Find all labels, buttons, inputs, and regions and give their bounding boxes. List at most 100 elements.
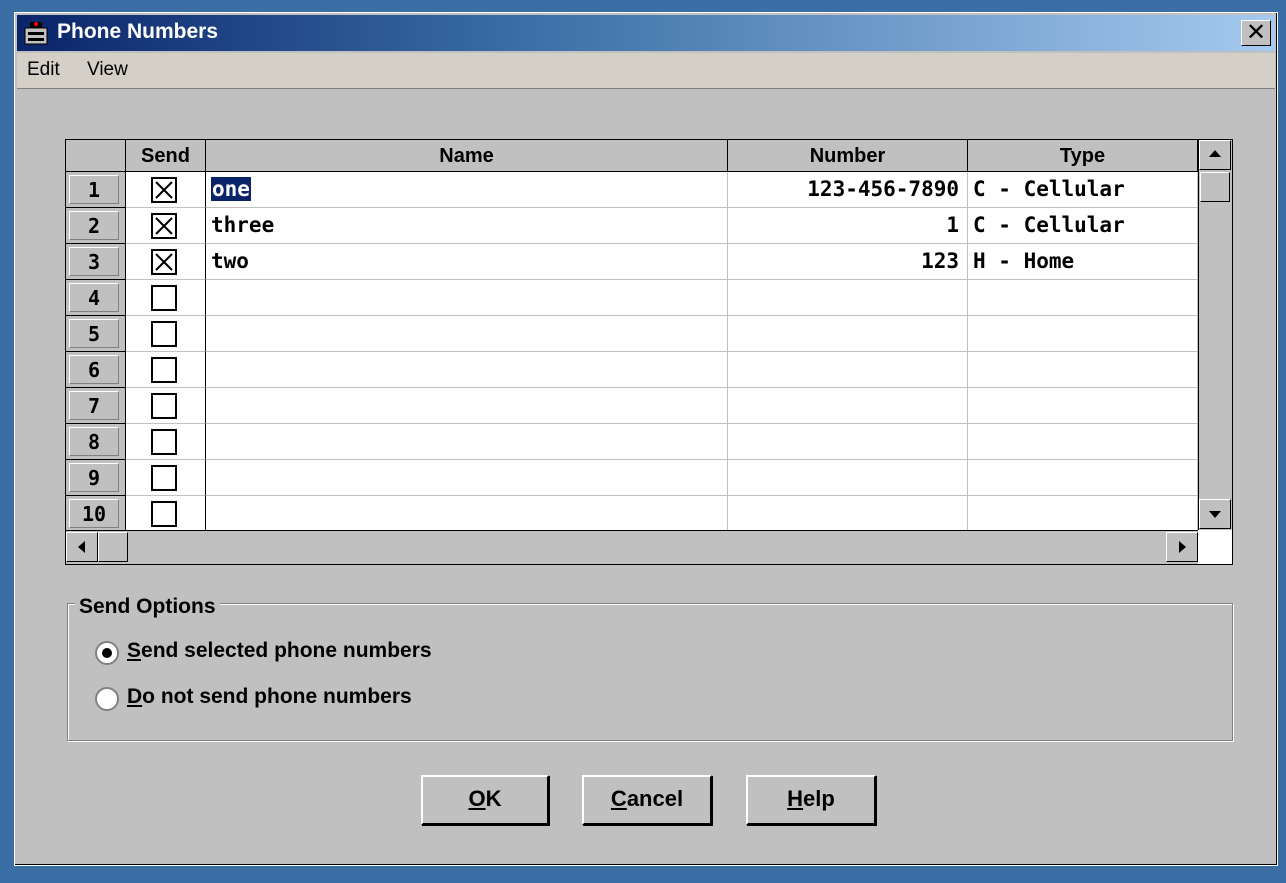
send-cell: [126, 208, 206, 244]
row-header[interactable]: 4: [66, 280, 126, 316]
send-checkbox[interactable]: [151, 177, 177, 203]
send-checkbox[interactable]: [151, 501, 177, 527]
close-button[interactable]: ✕: [1241, 20, 1271, 46]
row-number: 10: [69, 499, 119, 528]
vertical-scrollbar[interactable]: [1198, 140, 1232, 530]
close-icon: ✕: [1245, 18, 1267, 46]
scroll-down-button[interactable]: [1199, 499, 1231, 529]
horizontal-scroll-thumb[interactable]: [98, 532, 128, 562]
row-header[interactable]: 1: [66, 172, 126, 208]
type-cell[interactable]: [968, 280, 1198, 316]
name-cell[interactable]: three: [206, 208, 728, 244]
send-cell: [126, 496, 206, 532]
send-cell: [126, 388, 206, 424]
type-cell[interactable]: H - Home: [968, 244, 1198, 280]
name-cell[interactable]: [206, 424, 728, 460]
number-cell[interactable]: 1: [728, 208, 968, 244]
row-number: 1: [69, 175, 119, 204]
row-number: 3: [69, 247, 119, 276]
name-cell[interactable]: [206, 496, 728, 532]
send-cell: [126, 352, 206, 388]
radio-label-send-selected: Send selected phone numbers: [127, 639, 432, 662]
name-text: three: [211, 213, 275, 237]
vertical-scroll-thumb[interactable]: [1200, 172, 1230, 202]
title-bar[interactable]: Phone Numbers ✕: [17, 15, 1275, 51]
send-options-title: Send Options: [75, 595, 220, 619]
type-cell[interactable]: C - Cellular: [968, 208, 1198, 244]
cancel-button[interactable]: Cancel: [582, 775, 712, 825]
number-cell[interactable]: [728, 496, 968, 532]
number-cell[interactable]: [728, 424, 968, 460]
send-cell: [126, 316, 206, 352]
phone-app-icon: [24, 22, 48, 45]
scroll-right-button[interactable]: [1166, 532, 1198, 562]
arrow-right-icon: [1179, 541, 1186, 553]
row-header[interactable]: 7: [66, 388, 126, 424]
check-x-icon: [155, 217, 173, 235]
name-cell[interactable]: two: [206, 244, 728, 280]
name-cell[interactable]: [206, 460, 728, 496]
name-text: two: [211, 249, 249, 273]
number-cell[interactable]: [728, 388, 968, 424]
ok-button[interactable]: OK: [421, 775, 549, 825]
column-header-number[interactable]: Number: [728, 140, 968, 172]
send-checkbox[interactable]: [151, 213, 177, 239]
send-checkbox[interactable]: [151, 249, 177, 275]
type-cell[interactable]: C - Cellular: [968, 172, 1198, 208]
send-checkbox[interactable]: [151, 321, 177, 347]
number-cell[interactable]: [728, 352, 968, 388]
row-header[interactable]: 3: [66, 244, 126, 280]
menu-view[interactable]: View: [87, 59, 128, 81]
menu-edit[interactable]: Edit: [27, 59, 60, 81]
name-cell[interactable]: [206, 280, 728, 316]
send-checkbox[interactable]: [151, 357, 177, 383]
scroll-left-button[interactable]: [66, 532, 98, 562]
help-button[interactable]: Help: [746, 775, 876, 825]
send-checkbox[interactable]: [151, 393, 177, 419]
send-checkbox[interactable]: [151, 285, 177, 311]
type-cell[interactable]: [968, 424, 1198, 460]
row-header[interactable]: 9: [66, 460, 126, 496]
row-number: 5: [69, 319, 119, 348]
check-x-icon: [155, 253, 173, 271]
type-cell[interactable]: [968, 388, 1198, 424]
row-header[interactable]: 5: [66, 316, 126, 352]
column-header-send[interactable]: Send: [126, 140, 206, 172]
column-header-type[interactable]: Type: [968, 140, 1198, 172]
send-checkbox[interactable]: [151, 465, 177, 491]
row-header[interactable]: 2: [66, 208, 126, 244]
row-number: 9: [69, 463, 119, 492]
radio-dot: [102, 648, 112, 658]
scroll-up-button[interactable]: [1199, 140, 1231, 170]
type-cell[interactable]: [968, 352, 1198, 388]
row-number: 7: [69, 391, 119, 420]
number-cell[interactable]: [728, 316, 968, 352]
row-header[interactable]: 10: [66, 496, 126, 532]
name-cell[interactable]: one: [206, 172, 728, 208]
number-cell[interactable]: [728, 280, 968, 316]
corner-header: [66, 140, 126, 172]
number-cell[interactable]: [728, 460, 968, 496]
radio-button-do-not-send[interactable]: [95, 687, 119, 711]
column-header-name[interactable]: Name: [206, 140, 728, 172]
send-cell: [126, 424, 206, 460]
send-cell: [126, 244, 206, 280]
name-cell[interactable]: [206, 352, 728, 388]
horizontal-scrollbar[interactable]: [66, 530, 1198, 564]
row-header[interactable]: 8: [66, 424, 126, 460]
arrow-down-icon: [1209, 511, 1221, 518]
name-cell[interactable]: [206, 388, 728, 424]
type-cell[interactable]: [968, 460, 1198, 496]
phone-grid: Send Name Number Type 1 one 123-456-7890 C …: [65, 139, 1233, 565]
number-cell[interactable]: 123-456-7890: [728, 172, 968, 208]
send-checkbox[interactable]: [151, 429, 177, 455]
radio-label-do-not-send: Do not send phone numbers: [127, 685, 412, 708]
type-cell[interactable]: [968, 316, 1198, 352]
radio-button-send-selected[interactable]: [95, 641, 119, 665]
number-cell[interactable]: 123: [728, 244, 968, 280]
name-cell[interactable]: [206, 316, 728, 352]
row-header[interactable]: 6: [66, 352, 126, 388]
row-number: 4: [69, 283, 119, 312]
arrow-left-icon: [78, 541, 85, 553]
type-cell[interactable]: [968, 496, 1198, 532]
